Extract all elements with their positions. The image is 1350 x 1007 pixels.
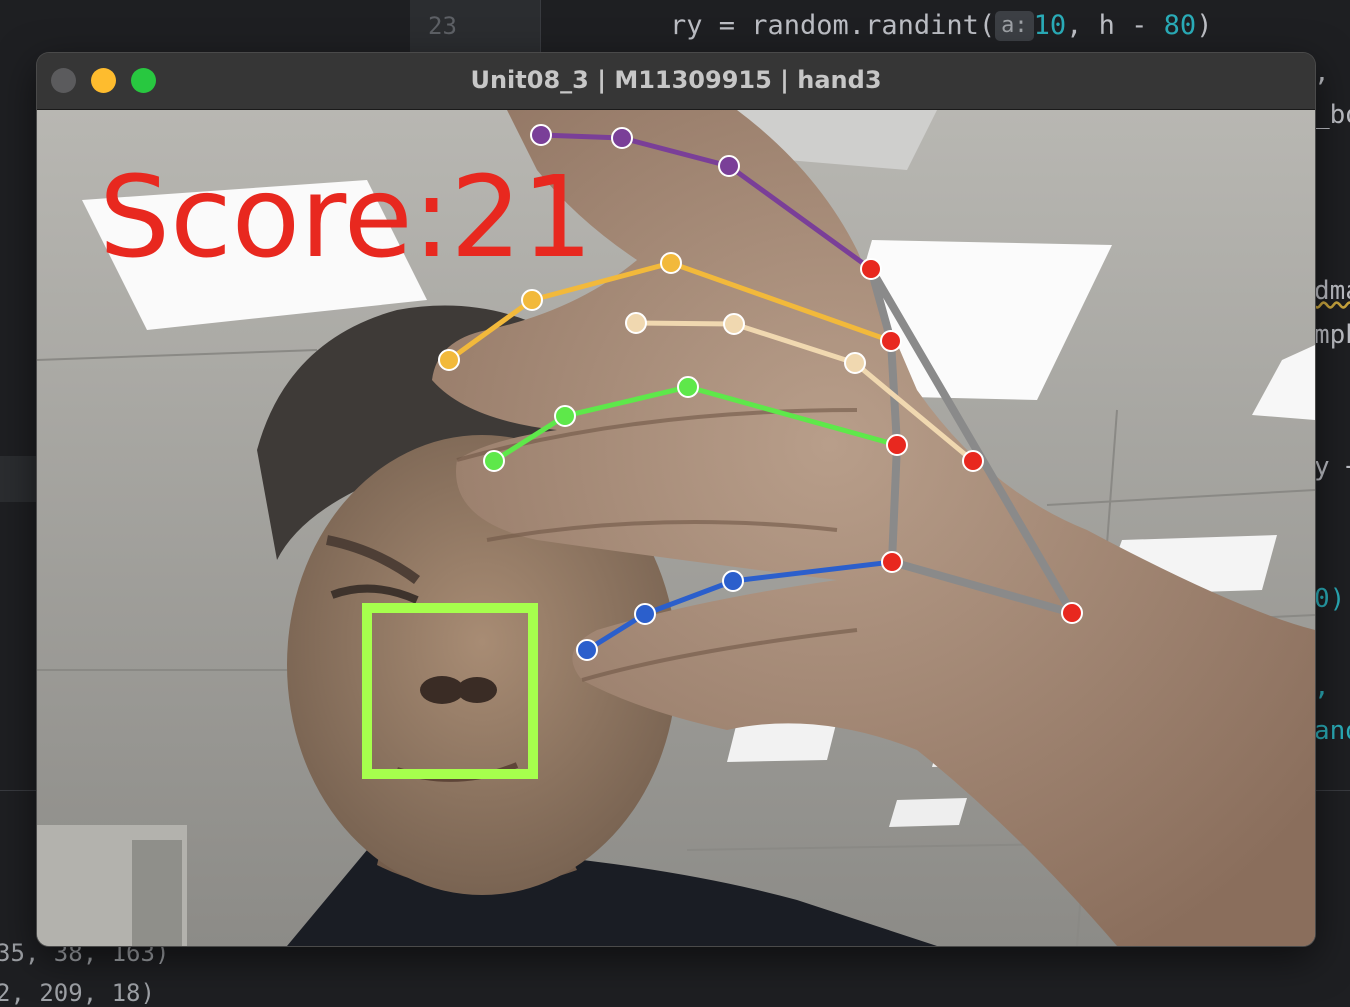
- code-fragment: 2, 209, 18): [0, 979, 155, 1007]
- opencv-window[interactable]: Unit08_3 | M11309915 | hand3 Score:21: [37, 53, 1315, 946]
- middle-pip-landmark: [844, 352, 866, 374]
- middle-tip-landmark: [625, 312, 647, 334]
- code-number: 10: [1033, 10, 1067, 41]
- ceiling-light: [889, 798, 967, 827]
- code-token: ): [1196, 10, 1213, 41]
- thumb-mcp-landmark: [722, 570, 744, 592]
- thumb-cmc-landmark: [881, 551, 903, 573]
- current-line-highlight: [0, 456, 37, 502]
- code-fragment: y +: [1314, 452, 1350, 482]
- pinky-pip-landmark: [718, 155, 740, 177]
- index-pip-landmark: [677, 376, 699, 398]
- gutter-separator: [540, 0, 606, 52]
- code-line[interactable]: ry = random.randint(a: 10, h - 80): [670, 10, 1212, 41]
- window-title: Unit08_3 | M11309915 | hand3: [470, 66, 882, 94]
- code-number: 80: [1163, 10, 1197, 41]
- pinky-dip-landmark: [611, 127, 633, 149]
- index-tip-landmark: [483, 450, 505, 472]
- code-fragment: mph: [1314, 320, 1350, 350]
- code-fragment: ,: [1314, 672, 1330, 702]
- line-number: 23: [428, 12, 457, 40]
- camera-feed: Score:21: [37, 110, 1315, 946]
- parameter-hint: a:: [995, 11, 1034, 41]
- code-fragment: ,: [1314, 58, 1330, 88]
- index-dip-landmark: [554, 405, 576, 427]
- pinky-tip-landmark: [530, 124, 552, 146]
- pinky-mcp-landmark: [860, 258, 882, 280]
- ring-mcp-landmark: [880, 330, 902, 352]
- code-token: , h -: [1066, 10, 1164, 41]
- ring-tip-landmark: [438, 349, 460, 371]
- office-cabinet-panel: [132, 840, 182, 946]
- score-label: Score:21: [99, 153, 593, 283]
- code-fragment: _bo: [1314, 100, 1350, 130]
- middle-mcp-landmark: [962, 450, 984, 472]
- index-mcp-landmark: [886, 434, 908, 456]
- code-fragment: and: [1314, 716, 1350, 746]
- ring-pip-landmark: [660, 252, 682, 274]
- wrist-landmark: [1061, 602, 1083, 624]
- thumb-tip-landmark: [576, 639, 598, 661]
- code-fragment: dma: [1314, 276, 1350, 306]
- thumb-ip-landmark: [634, 603, 656, 625]
- middle-dip-landmark: [723, 313, 745, 335]
- code-token: ry = random.randint(: [670, 10, 996, 41]
- window-titlebar[interactable]: Unit08_3 | M11309915 | hand3: [37, 53, 1315, 110]
- target-box: [362, 603, 538, 779]
- ring-dip-landmark: [521, 289, 543, 311]
- code-fragment: 0),: [1314, 584, 1350, 614]
